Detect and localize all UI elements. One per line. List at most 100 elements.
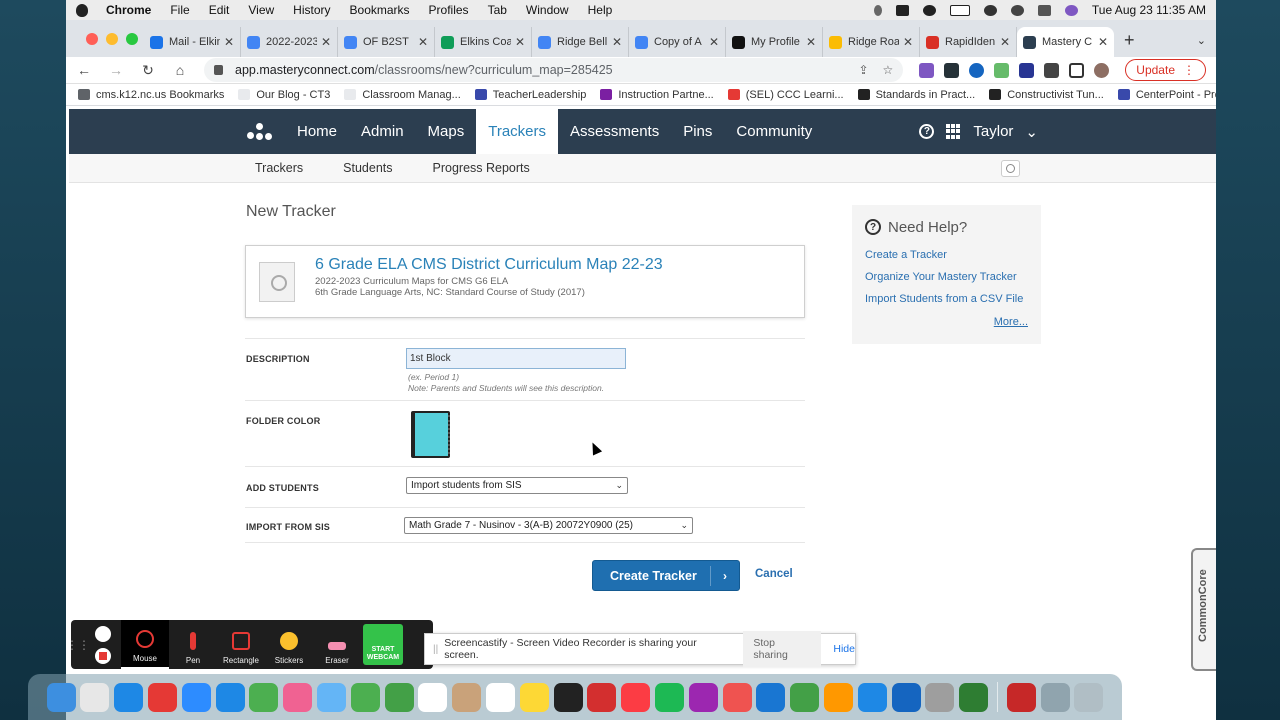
- extension-icon[interactable]: [969, 62, 985, 78]
- dock-app-icon[interactable]: [790, 682, 820, 712]
- browser-tab[interactable]: Elkins Coa ✕: [435, 27, 532, 57]
- profile-avatar[interactable]: [1094, 62, 1110, 78]
- dock-app-icon[interactable]: [317, 682, 347, 712]
- menu-bookmarks[interactable]: Bookmarks: [350, 3, 410, 17]
- dock-app-icon[interactable]: [215, 682, 245, 712]
- dock-app-icon[interactable]: [722, 682, 752, 712]
- curriculum-map-title[interactable]: 6 Grade ELA CMS District Curriculum Map …: [315, 256, 663, 274]
- dock-app-icon[interactable]: [46, 682, 76, 712]
- app-grid-icon[interactable]: [946, 124, 961, 139]
- dock-app-icon[interactable]: [756, 682, 786, 712]
- bookmark-item[interactable]: (SEL) CCC Learni...: [727, 89, 844, 101]
- create-tracker-button[interactable]: Create Tracker ›: [592, 560, 740, 591]
- dock-app-icon[interactable]: [181, 682, 211, 712]
- bookmark-item[interactable]: Our Blog - CT3: [238, 89, 330, 101]
- menu-help[interactable]: Help: [588, 3, 613, 17]
- browser-tab[interactable]: Copy of A ✕: [629, 27, 726, 57]
- siri-icon[interactable]: [1064, 4, 1078, 16]
- close-window-button[interactable]: [86, 33, 98, 45]
- add-students-select[interactable]: Import students from SIS ⌄: [406, 477, 628, 494]
- screen-record-icon[interactable]: [895, 4, 909, 16]
- dock-app-icon[interactable]: [621, 682, 651, 712]
- help-more-link[interactable]: More...: [994, 316, 1028, 328]
- menu-history[interactable]: History: [293, 3, 330, 17]
- dock-app-icon[interactable]: [384, 682, 414, 712]
- dock-app-icon[interactable]: [1074, 682, 1104, 712]
- new-tab-plus-icon[interactable]: +: [1124, 30, 1135, 51]
- hide-banner-button[interactable]: Hide: [833, 643, 855, 655]
- menu-profiles[interactable]: Profiles: [429, 3, 469, 17]
- help-link-import-csv[interactable]: Import Students from a CSV File: [865, 293, 1023, 305]
- nav-home[interactable]: Home: [285, 109, 349, 154]
- lock-icon[interactable]: [214, 65, 223, 75]
- close-tab-icon[interactable]: ✕: [903, 35, 913, 49]
- subnav-trackers[interactable]: Trackers: [255, 161, 303, 175]
- menu-file[interactable]: File: [170, 3, 189, 17]
- browser-tab[interactable]: Ridge Roa ✕: [823, 27, 920, 57]
- chevron-down-icon[interactable]: ⌄: [1025, 123, 1038, 141]
- drag-handle-icon[interactable]: ⋮⋮: [66, 620, 90, 669]
- side-panel-icon[interactable]: [1069, 62, 1085, 78]
- nav-assessments[interactable]: Assessments: [558, 109, 671, 154]
- bookmark-item[interactable]: Instruction Partne...: [600, 89, 714, 101]
- browser-tab-active[interactable]: Mastery C ✕: [1017, 27, 1114, 57]
- menu-window[interactable]: Window: [526, 3, 569, 17]
- focus-moon-icon[interactable]: [922, 4, 936, 16]
- nav-pins[interactable]: Pins: [671, 109, 724, 154]
- dock-app-icon[interactable]: [654, 682, 684, 712]
- dock-app-icon[interactable]: [519, 682, 549, 712]
- dock-app-icon[interactable]: [823, 682, 853, 712]
- dock-app-icon[interactable]: [587, 682, 617, 712]
- close-tab-icon[interactable]: ✕: [418, 35, 428, 49]
- stop-recording-icon[interactable]: [95, 648, 111, 664]
- menu-app-name[interactable]: Chrome: [106, 3, 151, 17]
- help-link-organize-tracker[interactable]: Organize Your Mastery Tracker: [865, 271, 1017, 283]
- dock-app-icon[interactable]: [114, 682, 144, 712]
- folder-color-swatch-icon[interactable]: [411, 411, 450, 458]
- description-input[interactable]: [406, 348, 626, 369]
- bookmark-item[interactable]: CenterPoint - Prot...: [1117, 89, 1216, 101]
- wifi-icon[interactable]: [983, 4, 997, 16]
- nav-admin[interactable]: Admin: [349, 109, 416, 154]
- minimize-window-button[interactable]: [106, 33, 118, 45]
- dock-app-icon[interactable]: [418, 682, 448, 712]
- user-menu[interactable]: Taylor: [973, 123, 1013, 140]
- subnav-students[interactable]: Students: [343, 161, 392, 175]
- back-arrow-icon[interactable]: ←: [76, 62, 92, 78]
- spotlight-search-icon[interactable]: [1010, 4, 1024, 16]
- browser-tab[interactable]: Mail - Elkins ✕: [144, 27, 241, 57]
- dock-app-icon[interactable]: [857, 682, 887, 712]
- menu-clock[interactable]: Tue Aug 23 11:35 AM: [1092, 3, 1206, 17]
- dock-app-icon[interactable]: [148, 682, 178, 712]
- dock-app-icon[interactable]: [283, 682, 313, 712]
- address-bar[interactable]: app.masteryconnect.com/classrooms/new?cu…: [204, 58, 904, 82]
- browser-tab[interactable]: 2022-2023 ✕: [241, 27, 338, 57]
- close-tab-icon[interactable]: ✕: [224, 35, 234, 49]
- dock-app-icon[interactable]: [553, 682, 583, 712]
- nav-maps[interactable]: Maps: [416, 109, 477, 154]
- extension-icon[interactable]: [919, 62, 935, 78]
- dock-app-icon[interactable]: [925, 682, 955, 712]
- dock-app-icon[interactable]: [959, 682, 989, 712]
- nav-trackers[interactable]: Trackers: [476, 109, 559, 154]
- dock-app-icon[interactable]: [80, 682, 110, 712]
- forward-arrow-icon[interactable]: →: [108, 62, 124, 78]
- pause-icon[interactable]: [95, 626, 111, 642]
- browser-tab[interactable]: OF B2ST ✕: [338, 27, 435, 57]
- stickers-tool[interactable]: Stickers: [265, 620, 313, 669]
- menu-view[interactable]: View: [248, 3, 274, 17]
- menu-tab[interactable]: Tab: [488, 3, 507, 17]
- dock-app-icon[interactable]: [452, 682, 482, 712]
- rectangle-tool[interactable]: Rectangle: [217, 620, 265, 669]
- dock-app-icon[interactable]: [1040, 682, 1070, 712]
- search-icon[interactable]: [1001, 159, 1020, 177]
- bookmark-item[interactable]: TeacherLeadership: [474, 89, 586, 101]
- dock-app-icon[interactable]: [688, 682, 718, 712]
- tab-search-chevron-icon[interactable]: ⌄: [1197, 34, 1206, 47]
- close-tab-icon[interactable]: ✕: [321, 35, 331, 49]
- battery-icon[interactable]: [949, 4, 970, 16]
- close-tab-icon[interactable]: ✕: [515, 35, 525, 49]
- zoom-window-button[interactable]: [126, 33, 138, 45]
- pen-tool[interactable]: Pen: [169, 620, 217, 669]
- menu-edit[interactable]: Edit: [209, 3, 230, 17]
